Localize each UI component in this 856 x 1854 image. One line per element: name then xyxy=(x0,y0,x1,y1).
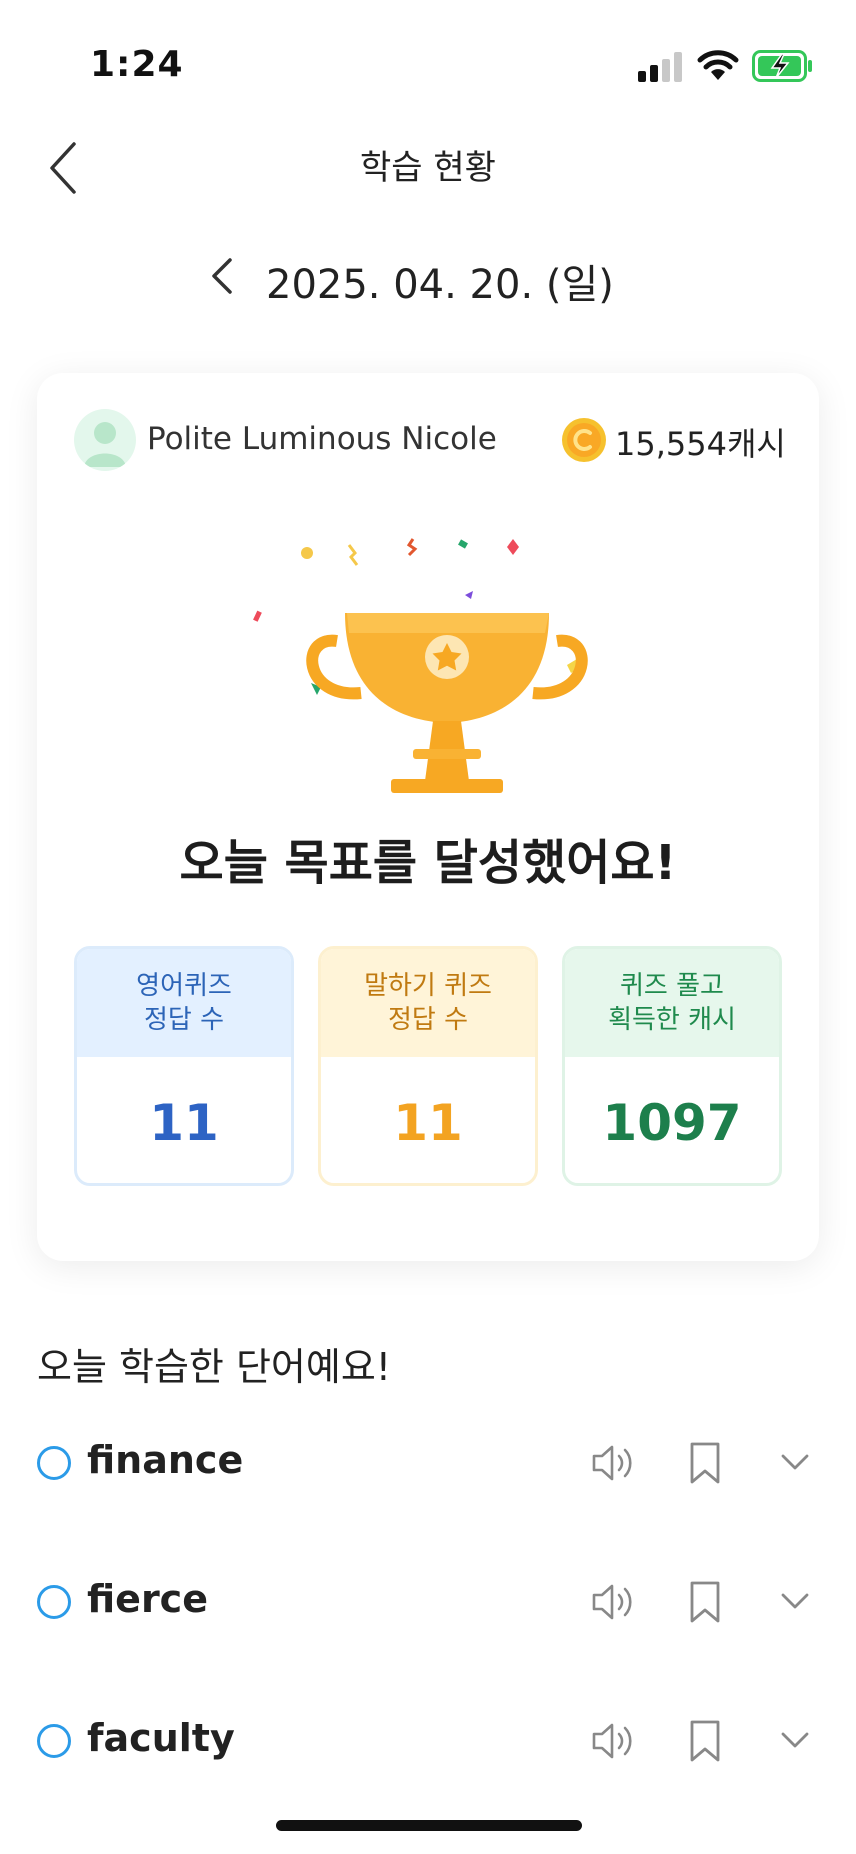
avatar-icon xyxy=(74,409,136,471)
bookmark-icon[interactable] xyxy=(686,1579,724,1625)
stat-label: 영어퀴즈 정답 수 xyxy=(77,949,291,1057)
header: 학습 현황 xyxy=(0,120,856,220)
chevron-down-icon[interactable] xyxy=(780,1589,810,1613)
word-text: faculty xyxy=(87,1716,235,1760)
date-nav: 2025. 04. 20. (일) xyxy=(0,240,856,310)
cash-balance: 15,554캐시 xyxy=(615,425,786,463)
word-row: faculty xyxy=(0,1702,856,1782)
date-label: 2025. 04. 20. (일) xyxy=(266,262,614,308)
stat-value: 11 xyxy=(149,1094,219,1152)
user-name: Polite Luminous Nicole xyxy=(147,421,497,457)
stat-label: 퀴즈 풀고 획득한 캐시 xyxy=(565,949,779,1057)
bookmark-icon[interactable] xyxy=(686,1718,724,1764)
word-checkbox[interactable] xyxy=(37,1446,71,1480)
chevron-down-icon[interactable] xyxy=(780,1450,810,1474)
stat-label: 말하기 퀴즈 정답 수 xyxy=(321,949,535,1057)
stat-label-line: 획득한 캐시 xyxy=(608,1005,736,1035)
stat-value: 1097 xyxy=(602,1094,742,1152)
word-row: finance xyxy=(0,1424,856,1504)
goal-message: 오늘 목표를 달성했어요! xyxy=(179,835,677,891)
stat-label-line: 퀴즈 풀고 xyxy=(620,971,724,1001)
speaker-icon[interactable] xyxy=(590,1442,636,1484)
word-text: finance xyxy=(87,1438,244,1482)
trophy-icon xyxy=(253,538,588,793)
status-time: 1:24 xyxy=(90,44,184,85)
stat-label-line: 정답 수 xyxy=(143,1005,225,1035)
speaker-icon[interactable] xyxy=(590,1581,636,1623)
wifi-icon xyxy=(697,50,739,80)
word-checkbox[interactable] xyxy=(37,1585,71,1619)
word-checkbox[interactable] xyxy=(37,1724,71,1758)
coin-icon xyxy=(562,418,606,462)
word-text: fierce xyxy=(87,1577,208,1621)
stat-label-line: 영어퀴즈 xyxy=(136,971,232,1001)
speaker-icon[interactable] xyxy=(590,1720,636,1762)
signal-icon xyxy=(638,52,682,82)
stat-label-line: 말하기 퀴즈 xyxy=(364,971,492,1001)
stat-speaking-quiz: 말하기 퀴즈 정답 수 11 xyxy=(318,946,538,1186)
bookmark-icon[interactable] xyxy=(686,1440,724,1486)
status-bar: 1:24 xyxy=(0,0,856,120)
home-indicator[interactable] xyxy=(276,1820,582,1831)
chevron-down-icon[interactable] xyxy=(780,1728,810,1752)
words-section-title: 오늘 학습한 단어예요! xyxy=(37,1345,392,1389)
stat-value: 11 xyxy=(393,1094,463,1152)
stat-earned-cash: 퀴즈 풀고 획득한 캐시 1097 xyxy=(562,946,782,1186)
summary-card: Polite Luminous Nicole 15,554캐시 오늘 목표를 달… xyxy=(37,373,819,1261)
chevron-left-icon[interactable] xyxy=(204,254,240,298)
stat-english-quiz: 영어퀴즈 정답 수 11 xyxy=(74,946,294,1186)
battery-icon xyxy=(752,50,812,82)
page-title: 학습 현황 xyxy=(360,148,496,188)
word-row: fierce xyxy=(0,1563,856,1643)
stat-label-line: 정답 수 xyxy=(387,1005,469,1035)
